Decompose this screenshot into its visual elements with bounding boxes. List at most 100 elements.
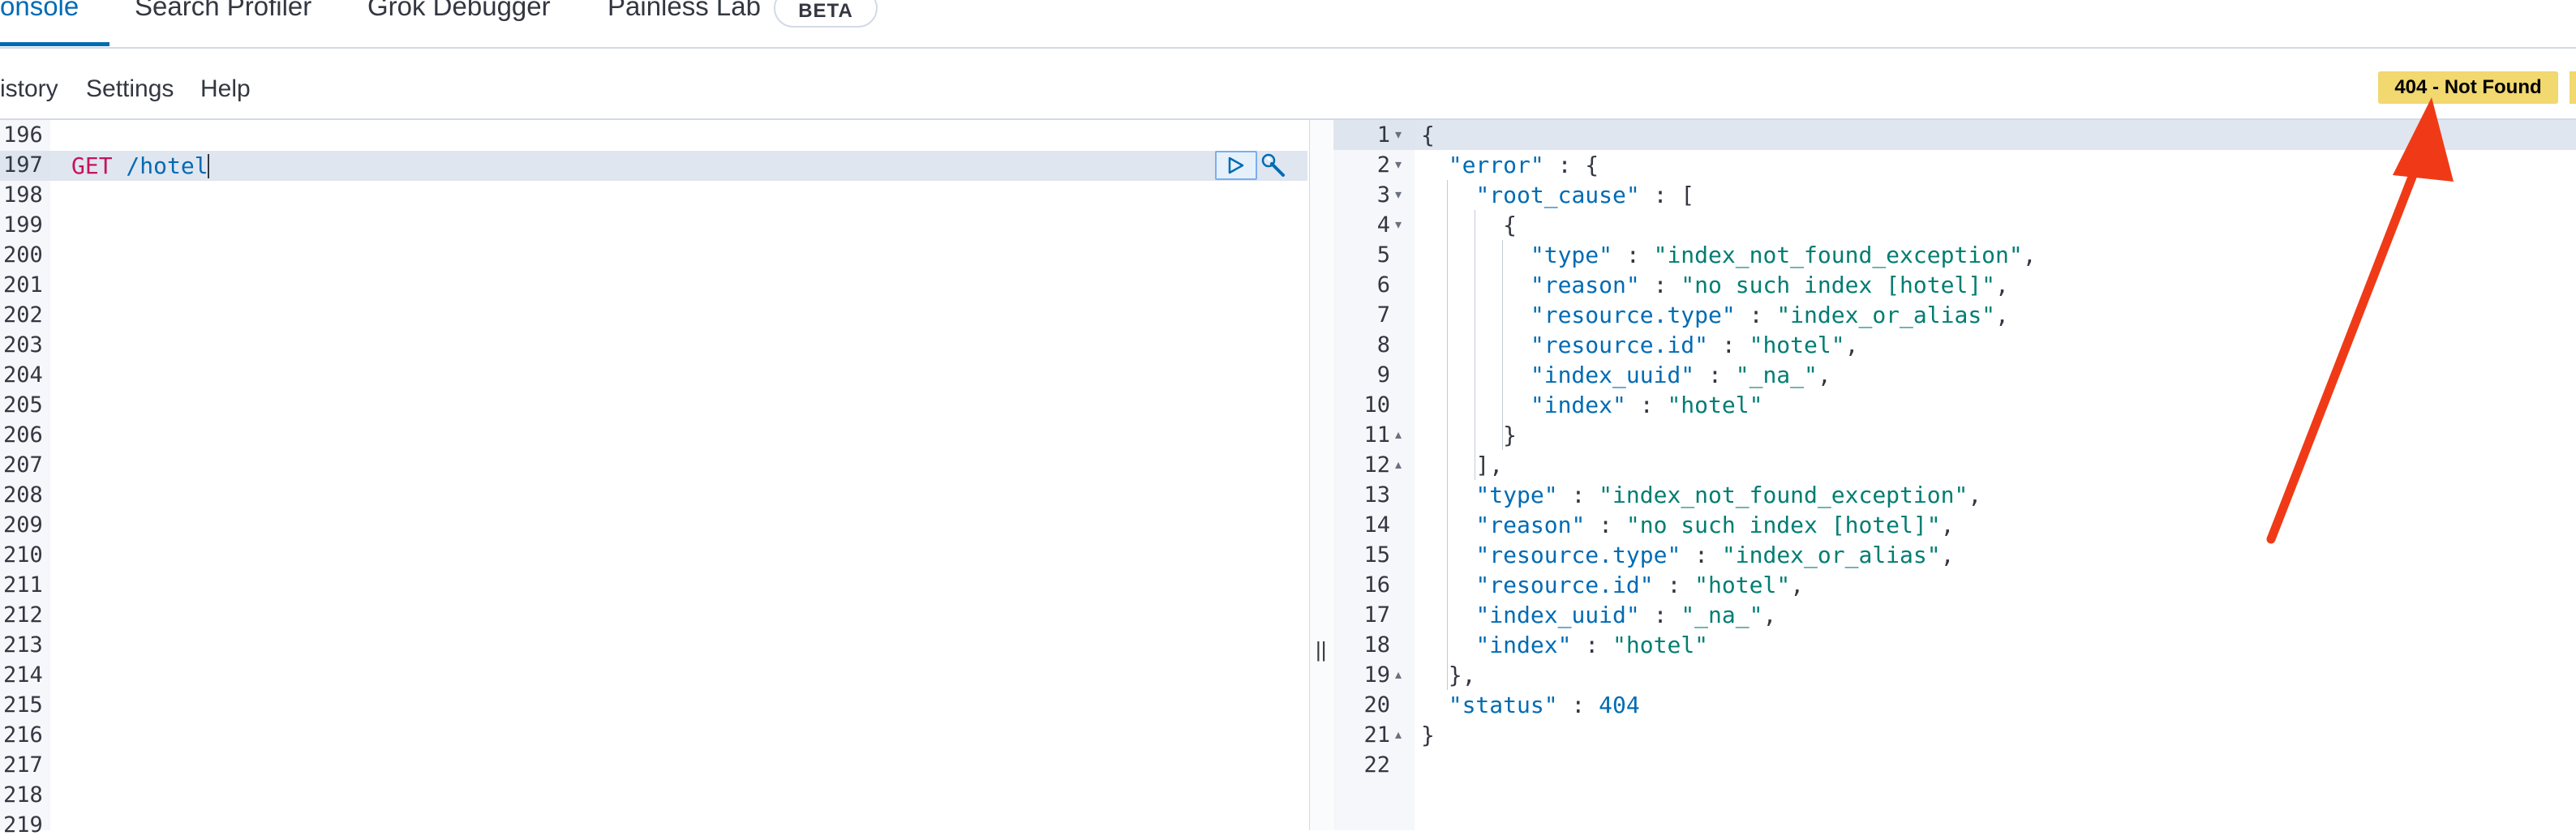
editor-line-number: 207 bbox=[3, 452, 43, 478]
response-line: ], bbox=[1421, 452, 1504, 478]
indent-guide bbox=[1502, 240, 1503, 450]
tab-console-label: onsole bbox=[0, 0, 79, 21]
response-line: "index" : "hotel" bbox=[1475, 632, 1709, 658]
fold-expand-icon[interactable]: ▴ bbox=[1395, 420, 1402, 450]
response-line: "index" : "hotel" bbox=[1530, 392, 1763, 418]
output-line-number: 22 bbox=[1363, 752, 1390, 778]
response-line: "index_uuid" : "_na_", bbox=[1475, 602, 1777, 628]
output-line-number: 18 bbox=[1363, 632, 1390, 658]
editor-line-number: 216 bbox=[3, 722, 43, 748]
active-line-highlight bbox=[50, 151, 1307, 181]
response-line: { bbox=[1421, 212, 1518, 238]
response-line: "resource.type" : "index_or_alias", bbox=[1530, 302, 2009, 328]
output-line-number: 19 bbox=[1363, 662, 1390, 688]
response-line: "resource.id" : "hotel", bbox=[1530, 332, 1859, 358]
fold-collapse-icon[interactable]: ▾ bbox=[1395, 150, 1402, 180]
settings-link[interactable]: Settings bbox=[86, 73, 174, 105]
editor-line-number: 218 bbox=[3, 782, 43, 808]
response-line: } bbox=[1421, 722, 1435, 748]
request-options-button[interactable] bbox=[1259, 152, 1288, 178]
output-line-number: 4 bbox=[1376, 212, 1390, 238]
response-line: "index_uuid" : "_na_", bbox=[1530, 362, 1831, 388]
editor-line-number: 219 bbox=[3, 812, 43, 838]
editor-line-number: 199 bbox=[3, 212, 43, 238]
editor-line-number: 212 bbox=[3, 602, 43, 628]
request-method: GET bbox=[71, 152, 113, 179]
tab-grok-debugger[interactable]: Grok Debugger bbox=[367, 0, 551, 44]
request-path: /hotel bbox=[112, 152, 208, 179]
tab-console[interactable]: onsole bbox=[0, 0, 79, 44]
fold-expand-icon[interactable]: ▴ bbox=[1395, 450, 1402, 480]
app-tabs: onsole Search Profiler Grok Debugger Pai… bbox=[0, 0, 2576, 49]
response-line: "root_cause" : [ bbox=[1475, 182, 1695, 208]
output-line-number: 6 bbox=[1376, 272, 1390, 298]
resize-handle-icon[interactable]: || bbox=[1316, 637, 1327, 662]
editor-line-number: 215 bbox=[3, 692, 43, 718]
response-line: "status" : 404 bbox=[1448, 692, 1640, 718]
output-line-number: 14 bbox=[1363, 512, 1390, 538]
output-line-number: 12 bbox=[1363, 452, 1390, 478]
editor-line-number: 201 bbox=[3, 272, 43, 298]
editor-line-number: 211 bbox=[3, 572, 43, 598]
editor-line-number: 204 bbox=[3, 362, 43, 388]
active-tab-indicator bbox=[0, 42, 109, 46]
annotation-arrow-icon bbox=[2266, 97, 2454, 544]
output-line-number: 20 bbox=[1363, 692, 1390, 718]
editor-line-number: 210 bbox=[3, 542, 43, 568]
response-line: "reason" : "no such index [hotel]", bbox=[1530, 272, 2009, 298]
fold-collapse-icon[interactable]: ▾ bbox=[1395, 120, 1402, 150]
output-line-number: 5 bbox=[1376, 242, 1390, 268]
history-link[interactable]: istory bbox=[0, 73, 58, 105]
response-line: "reason" : "no such index [hotel]", bbox=[1475, 512, 1955, 538]
editor-line-number: 206 bbox=[3, 422, 43, 448]
output-line-number: 2 bbox=[1376, 152, 1390, 178]
help-link[interactable]: Help bbox=[200, 73, 251, 105]
output-line-number: 17 bbox=[1363, 602, 1390, 628]
wrench-icon bbox=[1261, 153, 1285, 177]
editor-line-number: 205 bbox=[3, 392, 43, 418]
tab-grok-debugger-label: Grok Debugger bbox=[367, 0, 551, 21]
tab-search-profiler[interactable]: Search Profiler bbox=[135, 0, 311, 44]
editor-line-number: 197 bbox=[3, 152, 43, 178]
output-line-number: 7 bbox=[1376, 302, 1390, 328]
fold-expand-icon[interactable]: ▴ bbox=[1395, 720, 1402, 750]
tab-search-profiler-label: Search Profiler bbox=[135, 0, 312, 21]
request-time-badge bbox=[2570, 71, 2576, 104]
response-line: "type" : "index_not_found_exception", bbox=[1475, 482, 1982, 508]
response-line: "resource.id" : "hotel", bbox=[1475, 572, 1805, 598]
output-line-number: 3 bbox=[1376, 182, 1390, 208]
editor-line-number: 214 bbox=[3, 662, 43, 688]
response-line: "type" : "index_not_found_exception", bbox=[1530, 242, 2037, 268]
request-line[interactable]: GET /hotel bbox=[71, 151, 208, 181]
fold-collapse-icon[interactable]: ▾ bbox=[1395, 180, 1402, 210]
send-request-button[interactable] bbox=[1215, 151, 1257, 180]
tab-painless-lab-label: Painless Lab bbox=[608, 0, 761, 21]
response-line: "error" : { bbox=[1448, 152, 1599, 178]
editor-line-number: 209 bbox=[3, 512, 43, 538]
output-line-number: 8 bbox=[1376, 332, 1390, 358]
text-cursor bbox=[208, 154, 209, 178]
response-line: { bbox=[1421, 122, 1435, 148]
output-line-number: 11 bbox=[1363, 422, 1390, 448]
editor-line-number: 196 bbox=[3, 122, 43, 148]
panel-resizer[interactable] bbox=[1309, 120, 1333, 830]
output-line-number: 10 bbox=[1363, 392, 1390, 418]
editor-line-number: 217 bbox=[3, 752, 43, 778]
editor-line-number: 208 bbox=[3, 482, 43, 508]
editor-line-number: 213 bbox=[3, 632, 43, 658]
output-line-number: 16 bbox=[1363, 572, 1390, 598]
fold-expand-icon[interactable]: ▴ bbox=[1395, 660, 1402, 690]
play-icon bbox=[1228, 156, 1244, 174]
fold-collapse-icon[interactable]: ▾ bbox=[1395, 210, 1402, 240]
beta-badge: BETA bbox=[774, 0, 878, 28]
editor-line-number: 200 bbox=[3, 242, 43, 268]
tab-painless-lab[interactable]: Painless Lab bbox=[608, 0, 761, 44]
indent-guide bbox=[1447, 180, 1448, 690]
editor-line-number: 203 bbox=[3, 332, 43, 358]
editor-line-number: 202 bbox=[3, 302, 43, 328]
console-toolbar: istory Settings Help bbox=[0, 49, 2576, 120]
output-line-number: 15 bbox=[1363, 542, 1390, 568]
response-line: "resource.type" : "index_or_alias", bbox=[1475, 542, 1955, 568]
output-line-number: 9 bbox=[1376, 362, 1390, 388]
output-line-number: 1 bbox=[1376, 122, 1390, 148]
